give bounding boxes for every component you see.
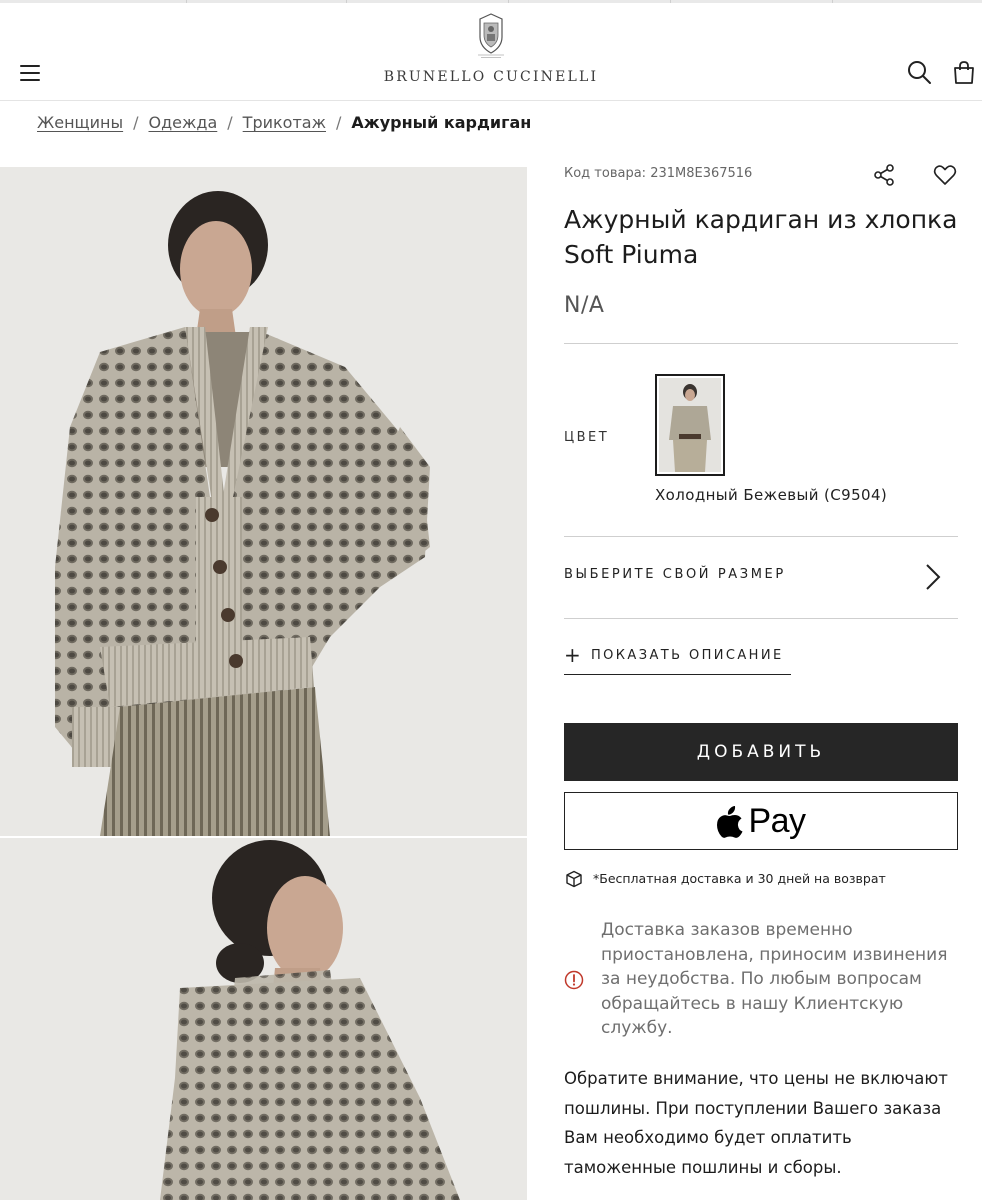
delivery-warning-text: Доставка заказов временно приостановлена… — [601, 920, 948, 1038]
color-label: ЦВЕТ — [564, 430, 610, 445]
apple-logo-icon — [717, 806, 743, 838]
chevron-right-icon — [926, 564, 941, 590]
product-title: Ажурный кардиган из хлопка Soft Piuma — [564, 205, 958, 269]
add-to-cart-button[interactable]: ДОБАВИТЬ — [564, 723, 958, 781]
color-swatch-selected[interactable] — [655, 374, 725, 476]
site-header: BRUNELLO CUCINELLI — [0, 3, 982, 101]
shopping-bag-icon[interactable] — [951, 59, 977, 85]
product-image-side[interactable] — [0, 838, 527, 1200]
breadcrumb-link-women[interactable]: Женщины — [37, 113, 123, 132]
shipping-note-text: *Бесплатная доставка и 30 дней на возвра… — [593, 871, 886, 886]
product-price: N/A — [564, 293, 605, 318]
color-name: Холодный Бежевый (C9504) — [655, 486, 888, 504]
brand-crest-icon — [478, 13, 504, 58]
breadcrumb-link-clothing[interactable]: Одежда — [149, 113, 218, 132]
apple-pay-label: Pay — [748, 802, 806, 840]
breadcrumb-separator: / — [133, 113, 139, 132]
package-icon — [566, 870, 582, 888]
product-sku: Код товара: 231M8E367516 — [564, 166, 753, 181]
apple-pay-button[interactable]: Pay — [564, 792, 958, 850]
breadcrumb: Женщины / Одежда / Трикотаж / Ажурный кардиган — [37, 113, 531, 132]
show-description-label: ПОКАЗАТЬ ОПИСАНИЕ — [591, 648, 784, 663]
breadcrumb-current: Ажурный кардиган — [351, 113, 532, 132]
breadcrumb-separator: / — [336, 113, 342, 132]
product-image-front[interactable] — [0, 167, 527, 836]
size-selector[interactable]: ВЫБЕРИТЕ СВОЙ РАЗМЕР — [564, 537, 958, 617]
plus-icon: + — [564, 643, 581, 667]
share-icon[interactable] — [871, 162, 897, 188]
show-description-link[interactable]: + ПОКАЗАТЬ ОПИСАНИЕ — [564, 643, 791, 675]
divider — [564, 618, 958, 619]
brand-logo[interactable]: BRUNELLO CUCINELLI — [0, 13, 982, 85]
breadcrumb-link-knitwear[interactable]: Трикотаж — [243, 113, 326, 132]
brand-wordmark: BRUNELLO CUCINELLI — [383, 69, 599, 85]
size-selector-label: ВЫБЕРИТЕ СВОЙ РАЗМЕР — [564, 567, 786, 582]
customs-note: Обратите внимание, что цены не включают … — [564, 1069, 948, 1177]
divider — [564, 343, 958, 344]
heart-icon[interactable] — [932, 162, 958, 188]
alert-circle-icon — [564, 970, 584, 990]
breadcrumb-separator: / — [227, 113, 233, 132]
search-icon[interactable] — [906, 59, 932, 85]
